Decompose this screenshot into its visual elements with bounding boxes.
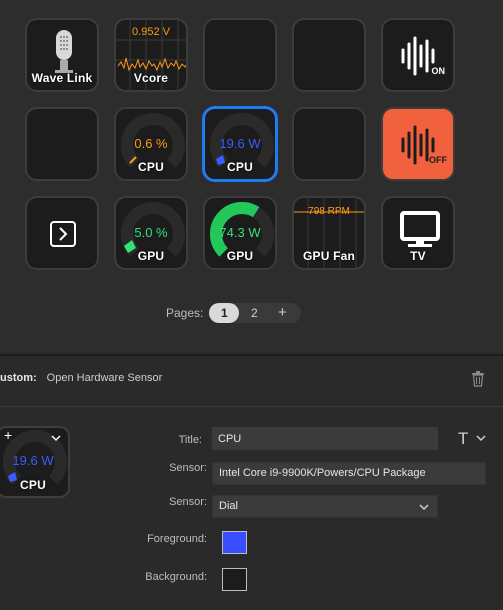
key-empty[interactable]: [292, 107, 366, 181]
preview-value: 19.6 W: [12, 453, 54, 468]
key-tv[interactable]: TV: [381, 196, 455, 270]
key-gpu-fan[interactable]: 798 RPM GPU Fan: [292, 196, 366, 270]
plugin-name: Open Hardware Sensor: [46, 372, 163, 384]
arrow-right-box-icon: [50, 221, 76, 247]
page-selector: Pages: 1 2 +: [166, 302, 302, 324]
key-title: Vcore: [133, 71, 169, 85]
key-mic-on[interactable]: ON: [381, 18, 455, 92]
key-cpu-load[interactable]: 0.6 % CPU: [114, 107, 188, 181]
cpu-load-value: 0.6 %: [134, 136, 168, 151]
vcore-value: 0.952 V: [132, 26, 170, 38]
inspector-separator: [0, 406, 503, 407]
waveform-icon: [401, 36, 435, 76]
preview-add-button[interactable]: +: [4, 428, 12, 443]
sensor-style-value: Dial: [219, 500, 238, 512]
gpu-power-value: 74.3 W: [219, 225, 261, 240]
chevron-down-icon[interactable]: [476, 434, 486, 442]
pages-pill: 1 2 +: [209, 303, 302, 323]
cpu-power-value: 19.6 W: [219, 136, 261, 151]
key-mic-off[interactable]: OFF: [381, 107, 455, 181]
action-type-label: ustom:: [0, 372, 37, 384]
key-empty[interactable]: [292, 18, 366, 92]
foreground-color-swatch[interactable]: [222, 531, 247, 554]
mic-on-badge: ON: [431, 66, 446, 76]
chevron-down-icon: [419, 504, 429, 511]
key-vcore[interactable]: 0.952 V Vcore: [114, 18, 188, 92]
foreground-label: Foreground:: [147, 533, 207, 545]
key-cpu-power[interactable]: 19.6 W CPU: [203, 107, 277, 181]
title-label: Title:: [178, 434, 202, 446]
key-title: GPU: [226, 249, 254, 263]
key-title: CPU: [227, 160, 253, 174]
key-preview[interactable]: + 19.6 W CPU: [0, 426, 70, 498]
sensor-field[interactable]: Intel Core i9-9900K/Powers/CPU Package: [212, 462, 486, 485]
add-page-button[interactable]: +: [269, 303, 295, 323]
page-button-1[interactable]: 1: [209, 303, 240, 323]
key-title: CPU: [138, 160, 164, 174]
property-inspector: ustom: Open Hardware Sensor + 19.6 W CPU …: [0, 356, 503, 610]
trash-icon[interactable]: [471, 371, 485, 387]
pages-label: Pages:: [166, 306, 204, 320]
key-grid: Wave Link 0.952 V Vcore ON 0.6 % CPU 19.…: [0, 0, 503, 352]
page-button-2[interactable]: 2: [239, 303, 269, 323]
key-gpu-load[interactable]: 5.0 % GPU: [114, 196, 188, 270]
key-gpu-power[interactable]: 74.3 W GPU: [203, 196, 277, 270]
key-title: Wave Link: [31, 71, 93, 85]
gpu-load-value: 5.0 %: [134, 225, 168, 240]
key-title: TV: [410, 249, 426, 263]
background-color-swatch[interactable]: [222, 568, 247, 591]
preview-title: CPU: [20, 478, 46, 492]
background-label: Background:: [145, 571, 207, 583]
sensor-style-select[interactable]: Dial: [212, 495, 438, 518]
title-field[interactable]: [212, 427, 438, 450]
key-title: GPU: [137, 249, 165, 263]
title-format-icon[interactable]: T: [458, 429, 468, 449]
key-empty[interactable]: [25, 107, 99, 181]
mic-off-badge: OFF: [429, 155, 447, 165]
waveform-icon: [401, 125, 435, 165]
chevron-down-icon[interactable]: [51, 434, 61, 442]
inspector-header: ustom: Open Hardware Sensor: [0, 372, 162, 384]
key-stream[interactable]: [25, 196, 99, 270]
sensor-label: Sensor:: [169, 462, 207, 474]
gpu-fan-value: 798 RPM: [308, 206, 350, 217]
key-wave-link[interactable]: Wave Link: [25, 18, 99, 92]
sensor-style-label: Sensor:: [169, 496, 207, 508]
key-empty[interactable]: [203, 18, 277, 92]
key-title: GPU Fan: [302, 249, 356, 263]
